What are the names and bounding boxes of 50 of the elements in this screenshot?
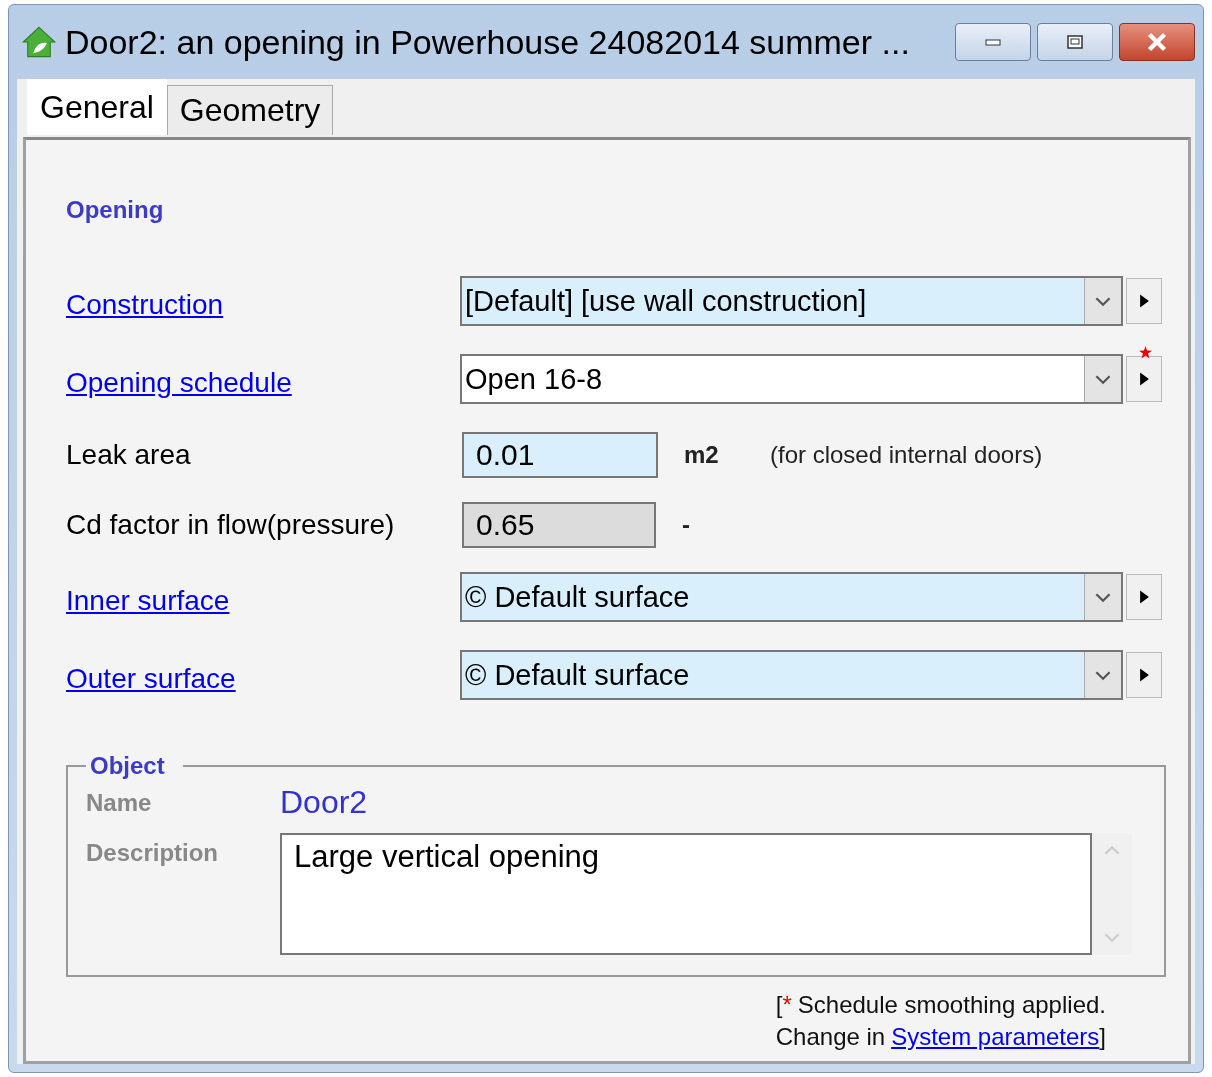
window-title: Door2: an opening in Powerhouse 24082014 summer ... [65,22,911,62]
play-icon [1138,371,1150,387]
play-icon [1138,589,1150,605]
footnote-text: Change in [775,1023,886,1051]
chevron-down-icon [1094,295,1113,307]
group-title: Object [89,752,166,780]
play-icon [1138,293,1150,309]
scrollbar[interactable] [1092,833,1132,955]
house-icon [21,24,57,60]
maximize-button[interactable] [1037,23,1113,61]
field-link[interactable]: Outer surface [66,663,460,695]
tab[interactable]: Geometry [166,85,334,135]
field-link[interactable]: Opening schedule [66,367,460,399]
dropdown[interactable]: © Default surface [460,572,1124,622]
expand-button[interactable] [1126,278,1162,324]
minimize-button[interactable] [955,23,1031,61]
dropdown[interactable]: Open 16-8 [460,354,1124,404]
chevron-up-icon [1103,845,1121,856]
tab[interactable]: General [27,79,167,135]
chevron-down-icon [1094,591,1113,603]
field-note: (for closed internal doors) [770,441,1043,469]
field-label: Cd factor in flow(pressure) [66,509,396,541]
input-field[interactable]: 0.01 [462,432,658,478]
settings-link[interactable]: System parameters [891,1023,1100,1051]
minimize-icon [982,36,1004,48]
unit-label: - [682,511,691,539]
field-label: Name [86,788,153,817]
section-heading: Opening [66,196,165,224]
bracket: [ [775,991,783,1019]
restore-icon [1065,34,1085,50]
description-field[interactable]: Large vertical opening [280,833,1092,955]
asterisk: * [782,991,792,1019]
chevron-down-icon [1094,373,1113,385]
object-name: Door2 [280,784,368,821]
expand-button[interactable] [1126,356,1162,402]
field-link[interactable]: Construction [66,289,460,321]
chevron-down-icon [1103,932,1121,943]
bracket: ] [1099,1023,1106,1051]
expand-button[interactable] [1126,652,1162,698]
dropdown[interactable]: © Default surface [460,650,1124,700]
dropdown[interactable]: [Default] [use wall construction] [460,276,1124,326]
footnote-text: Schedule smoothing applied. [797,991,1106,1019]
play-icon [1138,667,1150,683]
field-link[interactable]: Inner surface [66,585,460,617]
expand-button[interactable] [1126,574,1162,620]
close-button[interactable] [1119,23,1195,61]
unit-label: m2 [684,441,720,469]
chevron-down-icon [1094,669,1113,681]
field-label: Leak area [66,439,192,471]
field-label: Description [86,839,220,867]
